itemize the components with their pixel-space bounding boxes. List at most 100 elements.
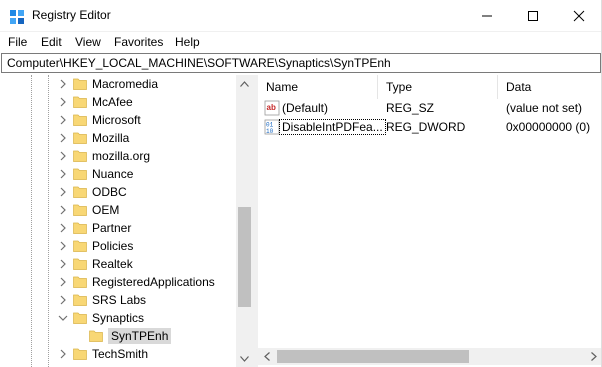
tree-item-mozilla[interactable]: Mozilla [0, 129, 236, 147]
value-row-default[interactable]: ab (Default) REG_SZ (value not set) [258, 99, 602, 118]
tree-item-label: SynTPEnh [108, 328, 172, 344]
title-bar: Registry Editor [0, 0, 602, 32]
tree-item-partner[interactable]: Partner [0, 219, 236, 237]
chevron-right-icon[interactable] [58, 114, 68, 126]
list-horizontal-scrollbar[interactable] [258, 348, 602, 365]
tree-item-syntpenh[interactable]: SynTPEnh [0, 327, 236, 345]
folder-icon [73, 204, 87, 216]
tree-item-label: Macromedia [92, 77, 159, 91]
close-icon [573, 10, 585, 22]
tree-vertical-scrollbar[interactable] [236, 75, 253, 367]
tree-item-registeredapplications[interactable]: RegisteredApplications [0, 273, 236, 291]
svg-text:10: 10 [266, 128, 274, 135]
value-name: DisableIntPDFea... [279, 119, 386, 135]
value-row-disableintpdf[interactable]: 01 10 DisableIntPDFea... REG_DWORD 0x000… [258, 118, 602, 137]
minimize-button[interactable] [464, 0, 510, 32]
chevron-right-icon[interactable] [58, 276, 68, 288]
chevron-right-icon[interactable] [58, 186, 68, 198]
column-header-type[interactable]: Type [378, 75, 498, 99]
menu-edit[interactable]: Edit [41, 35, 62, 49]
folder-icon [73, 150, 87, 162]
menu-bar: File Edit View Favorites Help [0, 32, 602, 52]
maximize-button[interactable] [510, 0, 556, 32]
chevron-right-icon[interactable] [58, 132, 68, 144]
tree-item-label: Mozilla [92, 131, 130, 145]
tree-item-policies[interactable]: Policies [0, 237, 236, 255]
scroll-right-button[interactable] [585, 348, 602, 365]
chevron-right-icon[interactable] [58, 168, 68, 180]
chevron-up-icon [240, 80, 249, 87]
column-header-data[interactable]: Data [498, 75, 602, 99]
folder-icon [73, 78, 87, 90]
chevron-right-icon[interactable] [58, 96, 68, 108]
tree-item-oem[interactable]: OEM [0, 201, 236, 219]
list-header: Name Type Data [258, 75, 602, 99]
tree-item-label: Synaptics [92, 311, 145, 325]
menu-help[interactable]: Help [175, 35, 200, 49]
tree-item-techsmith[interactable]: TechSmith [0, 345, 236, 363]
tree-item-label: McAfee [92, 95, 133, 109]
minimize-icon [482, 15, 492, 17]
scroll-left-button[interactable] [258, 348, 275, 365]
address-bar[interactable]: Computer\HKEY_LOCAL_MACHINE\SOFTWARE\Syn… [1, 53, 601, 73]
menu-file[interactable]: File [8, 35, 27, 49]
tree-item-microsoft[interactable]: Microsoft [0, 111, 236, 129]
folder-icon [73, 276, 87, 288]
scroll-up-button[interactable] [236, 75, 253, 92]
tree-item-nuance[interactable]: Nuance [0, 165, 236, 183]
chevron-down-icon [240, 355, 249, 362]
chevron-right-icon [590, 352, 597, 361]
tree-scroll-thumb[interactable] [238, 207, 251, 307]
tree-item-label: Partner [92, 221, 132, 235]
menu-favorites[interactable]: Favorites [114, 35, 163, 49]
scroll-down-button[interactable] [236, 350, 253, 367]
binary-value-icon: 01 10 [264, 119, 280, 135]
folder-icon [73, 222, 87, 234]
tree-item-label: RegisteredApplications [92, 275, 215, 289]
value-type: REG_DWORD [386, 120, 466, 134]
folder-icon [89, 330, 103, 342]
tree-item-synaptics[interactable]: Synaptics [0, 309, 236, 327]
tree-item-mcafee[interactable]: McAfee [0, 93, 236, 111]
value-type: REG_SZ [386, 101, 435, 115]
chevron-right-icon[interactable] [58, 78, 68, 90]
folder-icon [73, 96, 87, 108]
string-value-icon: ab [264, 100, 280, 116]
tree-item-label: Nuance [92, 167, 134, 181]
tree-item-label: TechSmith [92, 347, 149, 361]
tree-item-realtek[interactable]: Realtek [0, 255, 236, 273]
close-button[interactable] [556, 0, 602, 32]
tree-item-label: ODBC [92, 185, 127, 199]
tree-item-srs-labs[interactable]: SRS Labs [0, 291, 236, 309]
tree-item-mozilla-org[interactable]: mozilla.org [0, 147, 236, 165]
folder-icon [73, 348, 87, 360]
chevron-left-icon [263, 352, 270, 361]
address-path: Computer\HKEY_LOCAL_MACHINE\SOFTWARE\Syn… [7, 56, 391, 70]
chevron-right-icon[interactable] [58, 348, 68, 360]
tree-item-macromedia[interactable]: Macromedia [0, 75, 236, 93]
folder-icon [73, 186, 87, 198]
menu-view[interactable]: View [75, 35, 101, 49]
tree-item-label: mozilla.org [92, 149, 151, 163]
column-header-name[interactable]: Name [258, 75, 378, 99]
window-title: Registry Editor [32, 8, 111, 22]
tree-item-label: Microsoft [92, 113, 141, 127]
tree-item-label: OEM [92, 203, 120, 217]
maximize-icon [528, 11, 538, 21]
registry-editor-app-icon [10, 10, 24, 24]
chevron-right-icon[interactable] [58, 204, 68, 216]
folder-icon [73, 258, 87, 270]
chevron-right-icon[interactable] [58, 240, 68, 252]
folder-icon [73, 132, 87, 144]
chevron-right-icon[interactable] [58, 294, 68, 306]
chevron-down-icon[interactable] [58, 312, 68, 324]
values-list-pane: Name Type Data ab (Default) REG_SZ (valu… [258, 75, 602, 367]
tree-item-label: Policies [92, 239, 134, 253]
tree-item-odbc[interactable]: ODBC [0, 183, 236, 201]
chevron-right-icon[interactable] [58, 150, 68, 162]
chevron-right-icon[interactable] [58, 222, 68, 234]
list-scroll-thumb[interactable] [277, 350, 469, 363]
chevron-right-icon[interactable] [58, 258, 68, 270]
folder-icon [73, 114, 87, 126]
folder-icon [73, 168, 87, 180]
